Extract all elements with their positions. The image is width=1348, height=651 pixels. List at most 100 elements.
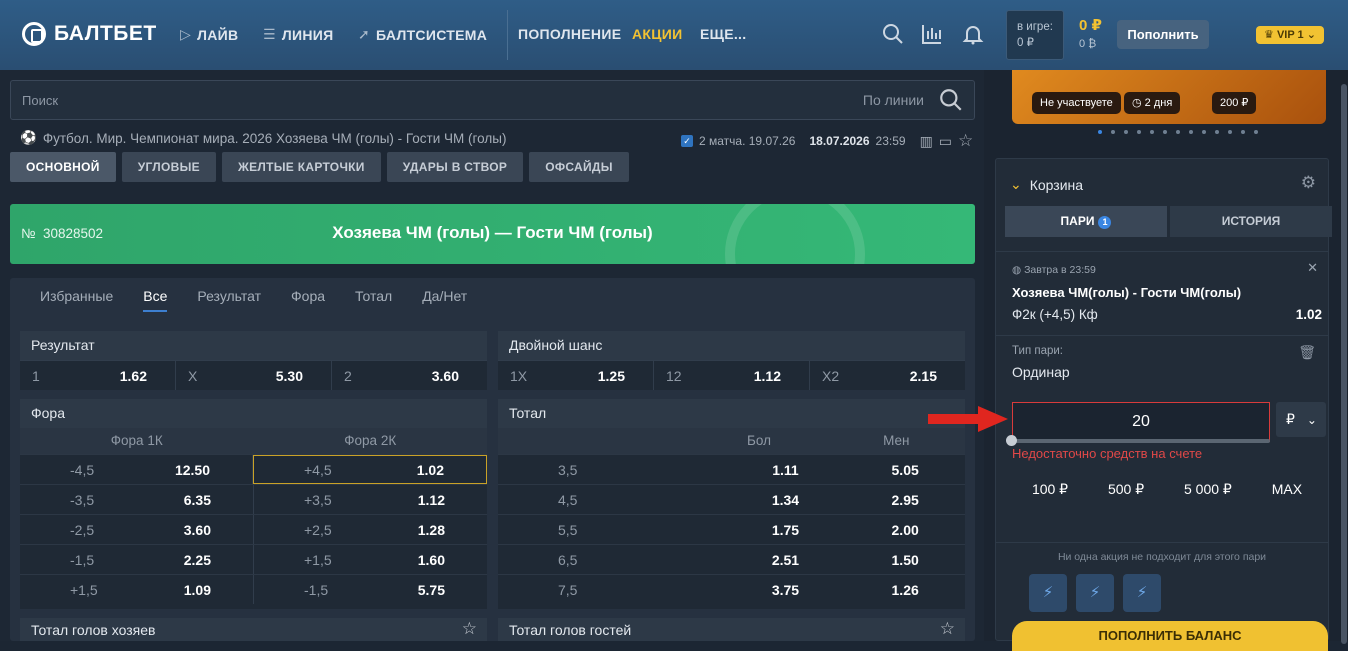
odd-cell[interactable]: 1 1.62 <box>20 361 176 390</box>
chevron-down-icon: ⌄ <box>1306 413 1317 427</box>
market-handicap: Фора Фора 1К Фора 2К -4,5 12.50 +4,5 1.02 -3… <box>20 399 487 609</box>
nav-promotions[interactable]: АКЦИИ <box>632 26 683 42</box>
odd-cell[interactable]: 2 3.60 <box>332 361 487 390</box>
tab-yellow-cards[interactable]: ЖЕЛТЫЕ КАРТОЧКИ <box>221 152 381 182</box>
checkbox[interactable]: ✓ <box>681 135 693 147</box>
promo-banner[interactable]: Не участвуете ◷ 2 дня 200 ₽ <box>1012 70 1326 124</box>
total-row[interactable]: 7,5 3.75 1.26 <box>498 574 965 604</box>
carousel-dots[interactable] <box>1098 130 1258 134</box>
stake-slider[interactable] <box>1006 435 1270 446</box>
nav-live[interactable]: ▷ ЛАЙВ <box>180 26 238 43</box>
odd-cell[interactable]: -1,5 5.75 <box>254 575 487 604</box>
odd-cell[interactable]: +3,5 1.12 <box>254 485 487 514</box>
tab-history[interactable]: ИСТОРИЯ <box>1170 206 1332 237</box>
search-icon[interactable] <box>881 22 905 52</box>
error-message: Недостаточно средств на счете <box>1012 446 1203 461</box>
filter-total[interactable]: Тотал <box>355 288 392 312</box>
bet-slip: ⌄ Корзина ⚙ ПАРИ 1 ИСТОРИЯ ◍ Завтра в 23:5… <box>995 158 1332 651</box>
match-title: Хозяева ЧМ (голы) — Гости ЧМ (голы) <box>332 223 653 242</box>
boost-ball-icon[interactable]: ⚡ <box>1076 574 1114 612</box>
stats-icon[interactable] <box>920 22 944 52</box>
odd-cell-selected[interactable]: +4,5 1.02 <box>253 455 487 484</box>
tab-main[interactable]: ОСНОВНОЙ <box>10 152 116 182</box>
odd-cell[interactable]: -3,5 6.35 <box>20 485 254 514</box>
odd-cell[interactable]: X 5.30 <box>176 361 332 390</box>
total-row[interactable]: 5,5 1.75 2.00 <box>498 514 965 544</box>
filter-favorites[interactable]: Избранные <box>40 288 113 312</box>
promo-timer: ◷ 2 дня <box>1124 92 1181 114</box>
total-row[interactable]: 6,5 2.51 1.50 <box>498 544 965 574</box>
in-game-box: в игре: 0 ₽ <box>1006 10 1064 60</box>
match-meta: ✓ 2 матча. 19.07.26 18.07.2026 23:59 ▥ ▭ ☆ <box>681 131 973 151</box>
tv-icon[interactable]: ▭ <box>939 133 952 150</box>
tab-corners[interactable]: УГЛОВЫЕ <box>121 152 216 182</box>
bet-slip-header[interactable]: ⌄ Корзина <box>1010 176 1083 193</box>
market-result: Результат 1 1.62 X 5.30 2 3.60 <box>20 331 487 390</box>
quick-stake-100[interactable]: 100 ₽ <box>1032 481 1068 498</box>
close-icon[interactable]: ✕ <box>1307 260 1318 276</box>
boost-icon[interactable]: ⚡ <box>1029 574 1067 612</box>
tab-offsides[interactable]: ОФСАЙДЫ <box>529 152 629 182</box>
quick-stakes: 100 ₽ 500 ₽ 5 000 ₽ MAX <box>1012 481 1322 498</box>
football-icon: ⚽ <box>20 130 37 145</box>
total-row[interactable]: 4,5 1.34 2.95 <box>498 484 965 514</box>
boost-gift-icon[interactable]: ⚡ <box>1123 574 1161 612</box>
nav-divider <box>507 10 508 60</box>
markets-panel: Избранные Все Результат Фора Тотал Да/Не… <box>10 278 975 641</box>
filter-all[interactable]: Все <box>143 288 168 312</box>
logo[interactable]: БАЛТБЕТ <box>22 22 157 46</box>
crown-icon: ♛ <box>1264 29 1277 41</box>
timer-icon: ◷ <box>1132 97 1145 109</box>
filter-handicap[interactable]: Фора <box>291 288 325 312</box>
quick-stake-max[interactable]: MAX <box>1272 481 1302 498</box>
odd-cell[interactable]: +2,5 1.28 <box>254 515 487 544</box>
total-row[interactable]: 3,5 1.11 5.05 <box>498 454 965 484</box>
odd-cell[interactable]: 12 1.12 <box>654 361 810 390</box>
chevron-down-icon: ⌄ <box>1303 29 1316 41</box>
tab-shots-on-target[interactable]: УДАРЫ В СТВОР <box>386 152 524 182</box>
search-input[interactable]: Поиск По линии <box>10 80 975 120</box>
tab-bets[interactable]: ПАРИ 1 <box>1005 206 1167 237</box>
quick-stake-500[interactable]: 500 ₽ <box>1108 481 1144 498</box>
trash-icon[interactable]: 🗑 <box>1298 344 1316 361</box>
rocket-icon: ➚ <box>358 26 371 42</box>
star-icon[interactable]: ☆ <box>462 619 477 639</box>
odd-cell[interactable]: X2 2.15 <box>810 361 965 390</box>
odd-cell[interactable]: +1,5 1.60 <box>254 545 487 574</box>
quick-stake-5000[interactable]: 5 000 ₽ <box>1184 481 1232 498</box>
promo-note: Ни одна акция не подходит для этого пари <box>1057 551 1267 563</box>
star-icon[interactable]: ☆ <box>958 131 973 151</box>
search-mode[interactable]: По линии <box>863 92 924 108</box>
gear-icon[interactable]: ⚙ <box>1301 173 1316 193</box>
market-double-chance: Двойной шанс 1X 1.25 12 1.12 X2 2.15 <box>498 331 965 390</box>
filter-result[interactable]: Результат <box>197 288 261 312</box>
currency-select[interactable]: ₽ ⌄ <box>1276 402 1326 437</box>
scrollbar[interactable] <box>1340 70 1348 644</box>
odd-cell[interactable]: -4,5 12.50 <box>20 455 253 484</box>
vip-badge[interactable]: ♛ VIP 1 ⌄ <box>1256 26 1324 44</box>
filter-yes-no[interactable]: Да/Нет <box>422 288 467 312</box>
globe-icon: ◍ <box>1012 264 1025 276</box>
nav-baltsystem[interactable]: ➚ БАЛТСИСТЕМА <box>358 26 487 43</box>
bell-icon[interactable] <box>961 22 985 52</box>
nav-deposit[interactable]: ПОПОЛНЕНИЕ <box>518 26 621 42</box>
star-icon[interactable]: ☆ <box>940 619 955 639</box>
red-arrow-annotation <box>928 406 1008 432</box>
topup-button[interactable]: ПОПОЛНИТЬ БАЛАНС <box>1012 621 1328 651</box>
search-icon[interactable] <box>938 87 964 113</box>
nav-more[interactable]: ЕЩЕ... <box>700 26 746 42</box>
odd-cell[interactable]: 1X 1.25 <box>498 361 654 390</box>
slider-handle[interactable] <box>1006 435 1017 446</box>
play-icon: ▷ <box>180 26 192 42</box>
odd-cell[interactable]: -2,5 3.60 <box>20 515 254 544</box>
chevron-down-icon: ⌄ <box>1010 176 1022 192</box>
list-icon: ☰ <box>263 26 276 42</box>
nav-line[interactable]: ☰ ЛИНИЯ <box>263 26 333 43</box>
odd-cell[interactable]: -1,5 2.25 <box>20 545 254 574</box>
stake-input[interactable]: 20 <box>1012 402 1270 442</box>
chart-icon[interactable]: ▥ <box>920 133 933 150</box>
market-total: Тотал Бол Мен 3,5 1.11 5.05 4,5 1.34 2.95 5,5… <box>498 399 965 609</box>
odd-cell[interactable]: +1,5 1.09 <box>20 575 254 604</box>
deposit-button[interactable]: Пополнить <box>1117 20 1209 49</box>
promo-status: Не участвуете <box>1032 92 1121 114</box>
